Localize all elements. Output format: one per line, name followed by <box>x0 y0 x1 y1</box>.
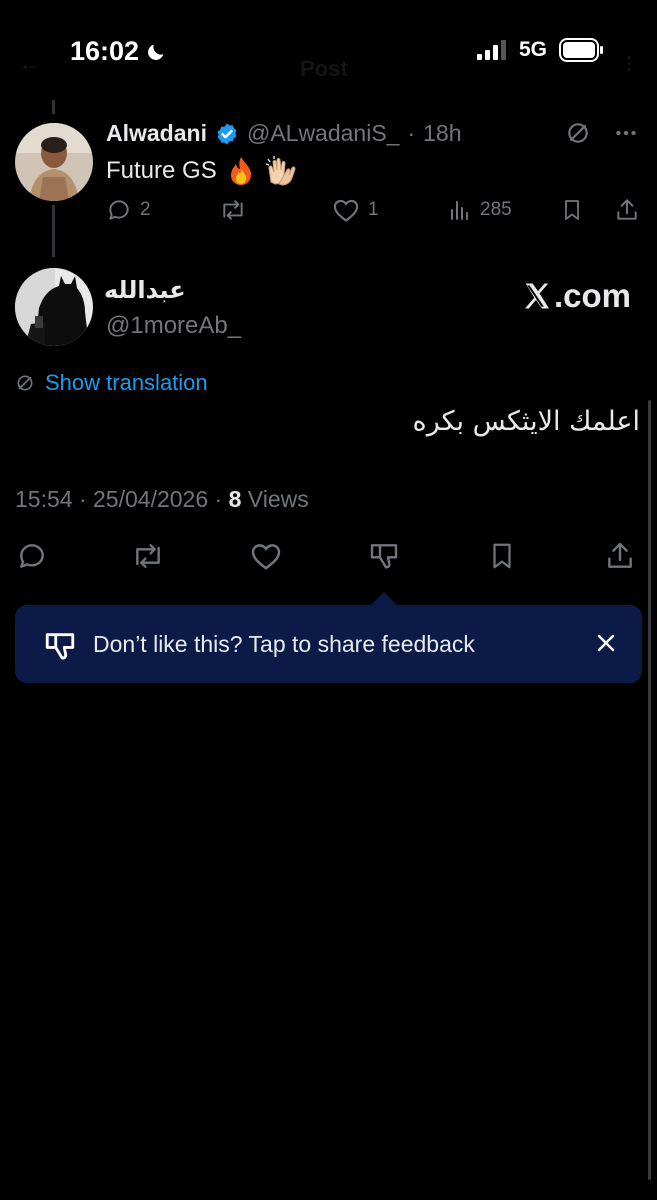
grok-icon[interactable] <box>565 120 591 146</box>
battery-icon <box>559 38 605 62</box>
status-bar: ← Post ⁝ 16:02 5G <box>0 0 657 100</box>
tweet-time: 15:54 <box>15 486 73 512</box>
views-count[interactable]: 8 <box>229 486 242 512</box>
share-button[interactable] <box>600 536 640 576</box>
header-more-icon[interactable]: ⁝ <box>625 50 633 79</box>
main-action-bar <box>0 536 657 576</box>
fire-emoji-icon <box>227 156 255 186</box>
thumbs-down-icon <box>368 540 400 572</box>
like-count: 1 <box>368 199 379 220</box>
dislike-button[interactable] <box>364 536 404 576</box>
thread-line-top <box>52 100 55 114</box>
network-label: 5G <box>518 38 547 61</box>
reply-icon <box>106 197 132 223</box>
parent-tweet-controls <box>565 120 639 146</box>
tweet-body: Future GS <box>106 157 217 184</box>
bookmark-action[interactable] <box>560 197 584 223</box>
author-name[interactable]: عبدالله <box>104 276 186 304</box>
author-name[interactable]: Alwadani <box>106 120 207 147</box>
back-arrow-icon[interactable]: ← <box>18 50 42 78</box>
verified-badge-icon <box>215 122 239 146</box>
header-title: Post <box>300 56 348 81</box>
views-action[interactable]: 285 <box>448 197 512 223</box>
status-time: 16:02 <box>70 36 140 66</box>
reply-button[interactable] <box>12 536 52 576</box>
tweet-date: 25/04/2026 <box>93 486 209 512</box>
author-handle[interactable]: @ALwadaniS_ <box>247 120 400 147</box>
more-icon[interactable] <box>613 120 639 146</box>
show-translation-link[interactable]: Show translation <box>15 370 208 396</box>
feedback-banner[interactable]: Don’t like this? Tap to share feedback <box>15 605 642 683</box>
share-action[interactable] <box>614 197 640 223</box>
watermark-suffix: .com <box>553 277 631 314</box>
avatar[interactable] <box>15 123 93 201</box>
clapping-hands-emoji-icon <box>265 156 297 186</box>
like-button[interactable] <box>246 536 286 576</box>
share-icon <box>614 197 640 223</box>
post-time[interactable]: 18h <box>423 120 461 147</box>
share-icon <box>604 540 636 572</box>
repost-icon <box>130 540 166 572</box>
meta-separator: · <box>214 486 223 512</box>
reply-action[interactable]: 2 <box>106 197 151 223</box>
parent-tweet-text: Future GS <box>106 156 297 186</box>
author-handle[interactable]: @1moreAb_ <box>106 312 241 340</box>
scrollbar[interactable] <box>648 400 651 1180</box>
feedback-message: Don’t like this? Tap to share feedback <box>93 631 475 657</box>
grok-icon <box>15 373 35 393</box>
like-action[interactable]: 1 <box>332 197 379 223</box>
bookmark-icon <box>560 197 584 223</box>
banner-pointer <box>370 592 398 606</box>
bookmark-icon <box>487 540 517 572</box>
close-icon[interactable] <box>594 631 618 655</box>
moon-icon <box>145 41 167 63</box>
status-indicators: 5G <box>476 38 605 62</box>
tweet-body: اعلمك الايثكس بكره <box>412 406 640 437</box>
heart-icon <box>249 541 283 571</box>
repost-icon <box>218 197 248 223</box>
avatar[interactable] <box>15 268 93 346</box>
heart-icon <box>332 197 360 223</box>
parent-action-bar: 2 1 285 <box>106 197 642 231</box>
signal-icon <box>476 40 507 60</box>
views-chart-icon <box>448 197 472 223</box>
x-logo-icon <box>522 281 552 311</box>
meta-separator: · <box>78 486 87 512</box>
views-label: Views <box>247 486 309 512</box>
reply-icon <box>16 540 48 572</box>
status-clock: 16:02 <box>70 36 167 67</box>
reply-count: 2 <box>140 199 151 220</box>
repost-action[interactable] <box>218 197 248 223</box>
views-count: 285 <box>480 199 512 220</box>
bookmark-button[interactable] <box>482 536 522 576</box>
repost-button[interactable] <box>128 536 168 576</box>
thread-line-bottom <box>52 205 55 257</box>
time-separator: · <box>407 120 416 146</box>
thumbs-down-icon <box>43 629 77 663</box>
tweet-meta: 15:54 · 25/04/2026 · 8 Views <box>15 486 309 513</box>
show-translation-label: Show translation <box>45 370 208 395</box>
parent-tweet-header: Alwadani @ALwadaniS_ · 18h <box>106 120 462 147</box>
x-watermark: .com <box>522 277 631 315</box>
